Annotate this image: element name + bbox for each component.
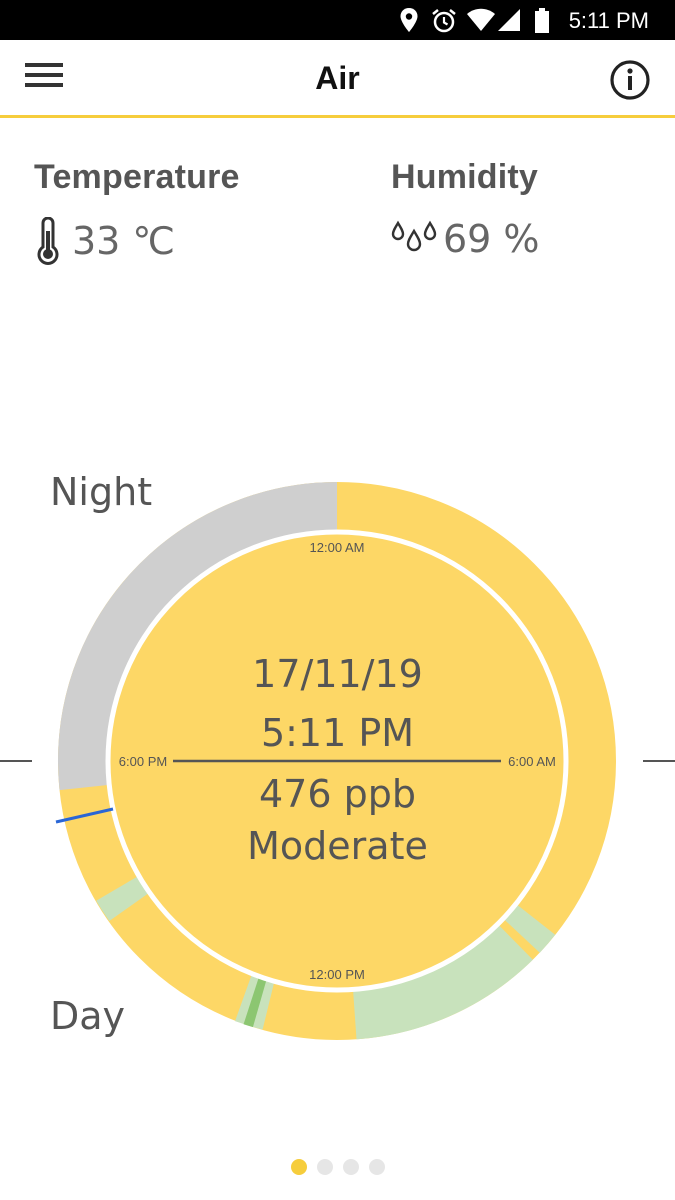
battery-icon [535, 8, 549, 33]
page-dot-4[interactable] [368, 1159, 385, 1175]
info-button[interactable] [609, 59, 651, 101]
temperature-panel: Temperature 33 ℃ [34, 158, 240, 265]
humidity-label: Humidity [391, 158, 539, 196]
tick-label-midnight: 12:00 AM [310, 540, 365, 555]
status-bar: 5:11 PM [0, 0, 675, 40]
location-icon [400, 8, 418, 32]
signal-icon [498, 9, 520, 31]
air-quality-dial: 12:00 AM 6:00 PM 6:00 AM 12:00 PM [0, 482, 675, 1040]
dial-segment-very-good [243, 974, 268, 1028]
app-bar: Air [0, 40, 675, 118]
tick-label-noon: 12:00 PM [309, 967, 365, 982]
humidity-value: 69 % [443, 217, 540, 261]
reading-time: 5:11 PM [260, 711, 415, 755]
info-icon [610, 60, 650, 100]
page-dot-3[interactable] [342, 1159, 359, 1175]
humidity-panel: Humidity 69 % [391, 158, 540, 261]
temperature-label: Temperature [34, 158, 240, 196]
wifi-icon [467, 8, 495, 31]
water-drops-icon [391, 220, 437, 252]
tick-label-6pm: 6:00 PM [119, 754, 167, 769]
reading-value: 476 ppb [259, 772, 416, 816]
reading-date: 17/11/19 [252, 652, 423, 696]
reading-status: Moderate [247, 824, 428, 868]
page-dot-2[interactable] [316, 1159, 333, 1175]
dial-segment-good [501, 902, 556, 953]
page-title: Air [315, 60, 360, 96]
thermometer-icon [37, 217, 59, 265]
status-time: 5:11 PM [568, 8, 649, 33]
tick-label-6am: 6:00 AM [508, 754, 556, 769]
temperature-value: 33 ℃ [72, 219, 176, 263]
dial-segment-good [96, 874, 152, 922]
page-dot-1[interactable] [290, 1159, 307, 1175]
page-indicator [0, 1159, 675, 1175]
alarm-icon [432, 9, 456, 33]
